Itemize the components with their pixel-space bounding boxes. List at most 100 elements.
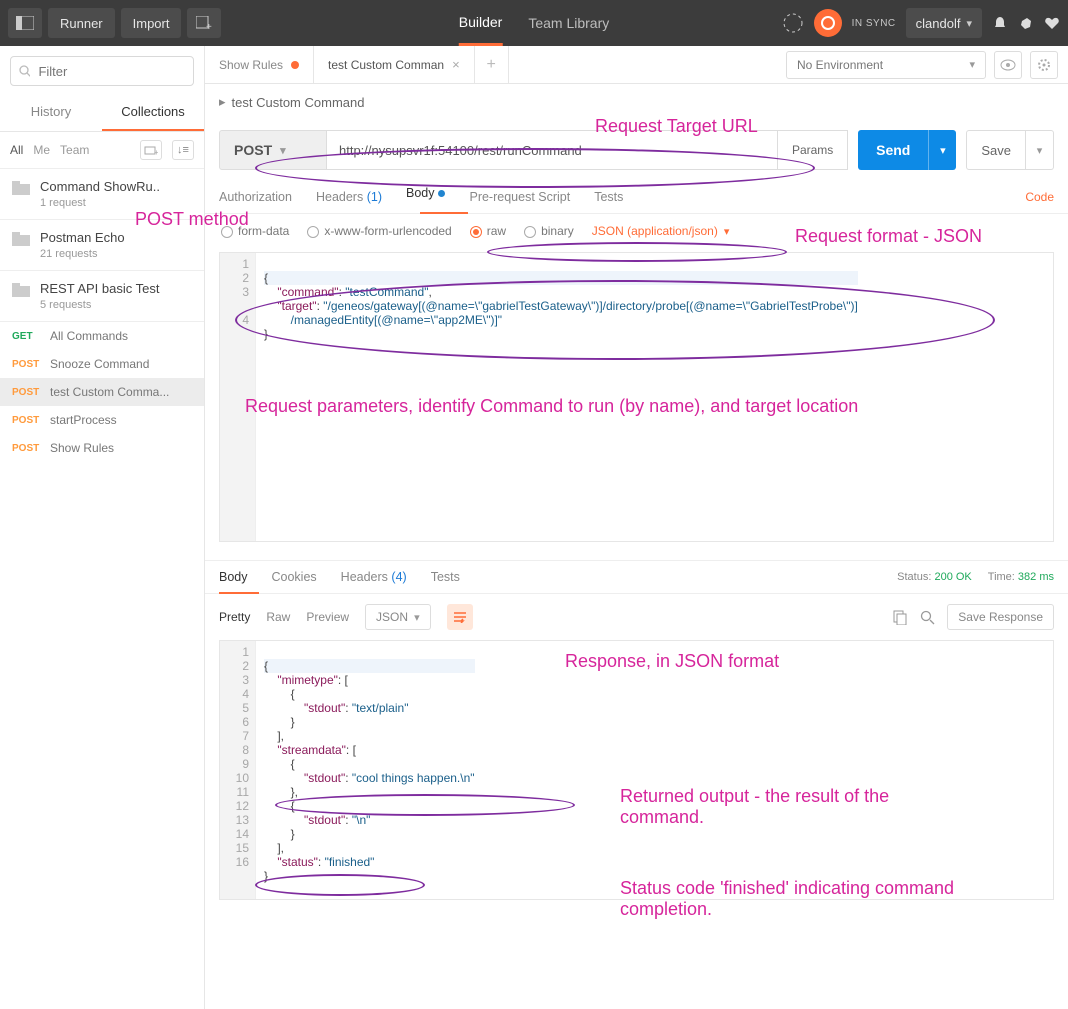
environment-select[interactable]: No Environment▾ xyxy=(786,51,986,79)
request-tabs: Show Rules test Custom Comman× + No Envi… xyxy=(205,46,1068,84)
response-toolbar: Pretty Raw Preview JSON ▾ Save Response xyxy=(205,594,1068,640)
save-response-button[interactable]: Save Response xyxy=(947,604,1054,630)
sync-aux-icon[interactable] xyxy=(782,12,804,34)
env-settings-button[interactable] xyxy=(1030,51,1058,79)
chevron-down-icon: ▾ xyxy=(969,58,975,71)
params-button[interactable]: Params xyxy=(778,130,848,170)
collection-item[interactable]: Command ShowRu..1 request xyxy=(0,169,204,220)
tab-test-custom[interactable]: test Custom Comman× xyxy=(314,46,475,84)
heart-icon[interactable] xyxy=(1044,15,1060,31)
resptab-label: Headers xyxy=(341,570,388,584)
view-pretty[interactable]: Pretty xyxy=(219,610,250,624)
collection-subtitle: 5 requests xyxy=(40,299,159,311)
wrap-lines-button[interactable] xyxy=(447,604,473,630)
save-dropdown[interactable]: ▾ xyxy=(1026,130,1054,170)
bodytype-urlenc[interactable]: x-www-form-urlencoded xyxy=(307,224,451,238)
subtab-headers[interactable]: Headers (1) xyxy=(316,190,382,204)
sidebar-toggle-button[interactable] xyxy=(8,8,42,38)
content-type-label: JSON (application/json) xyxy=(592,224,718,238)
radio-label: form-data xyxy=(238,224,289,238)
method-label: POST xyxy=(234,142,272,158)
resptab-body[interactable]: Body xyxy=(219,570,248,584)
editor-content[interactable]: { "command": "testCommand", "target": "/… xyxy=(256,253,866,541)
tab-collections[interactable]: Collections xyxy=(102,94,204,131)
request-item[interactable]: POSTShow Rules xyxy=(0,434,204,462)
url-input[interactable] xyxy=(327,130,778,170)
body-indicator-icon xyxy=(438,190,445,197)
bodytype-binary[interactable]: binary xyxy=(524,224,574,238)
settings-icon[interactable] xyxy=(1018,15,1034,31)
folder-icon xyxy=(12,232,30,246)
collection-title: REST API basic Test xyxy=(40,281,159,296)
filter-me[interactable]: Me xyxy=(33,143,50,157)
filter-team[interactable]: Team xyxy=(60,143,89,157)
subtab-body[interactable]: Body xyxy=(406,186,446,208)
response-format-select[interactable]: JSON ▾ xyxy=(365,604,431,630)
svg-text:+: + xyxy=(206,22,212,30)
http-method-select[interactable]: POST▾ xyxy=(219,130,327,170)
dirty-indicator-icon xyxy=(291,61,299,69)
collection-title: Command ShowRu.. xyxy=(40,179,160,194)
request-name: All Commands xyxy=(50,329,128,343)
request-item[interactable]: POSTSnooze Command xyxy=(0,350,204,378)
send-dropdown[interactable]: ▾ xyxy=(928,130,956,170)
new-collection-button[interactable]: + xyxy=(140,140,162,160)
send-button[interactable]: Send xyxy=(858,130,928,170)
caret-right-icon[interactable]: ▸ xyxy=(219,94,226,110)
request-item[interactable]: GETAll Commands xyxy=(0,322,204,350)
close-icon[interactable]: × xyxy=(452,57,460,72)
add-tab-button[interactable]: + xyxy=(475,46,509,84)
editor-content[interactable]: { "mimetype": [ { "stdout": "text/plain"… xyxy=(256,641,483,899)
fmt-label: JSON xyxy=(376,610,408,624)
content-type-select[interactable]: JSON (application/json)▾ xyxy=(592,224,730,238)
tab-show-rules[interactable]: Show Rules xyxy=(205,46,314,84)
view-raw[interactable]: Raw xyxy=(266,610,290,624)
user-menu-button[interactable]: clandolf ▾ xyxy=(906,8,982,38)
tab-history[interactable]: History xyxy=(0,94,102,131)
subtab-auth[interactable]: Authorization xyxy=(219,190,292,204)
request-item[interactable]: POSTtest Custom Comma... xyxy=(0,378,204,406)
request-item[interactable]: POSTstartProcess xyxy=(0,406,204,434)
import-button[interactable]: Import xyxy=(121,8,182,38)
response-editor[interactable]: 12345678910111213141516 { "mimetype": [ … xyxy=(219,640,1054,900)
editor-gutter: 1 2 3 4 xyxy=(220,253,256,541)
radio-label: raw xyxy=(487,224,506,238)
filter-search[interactable] xyxy=(10,56,194,86)
method-badge: POST xyxy=(12,387,42,398)
chevron-down-icon: ▾ xyxy=(414,611,420,624)
view-preview[interactable]: Preview xyxy=(306,610,349,624)
subtab-tests[interactable]: Tests xyxy=(594,190,623,204)
filter-input[interactable] xyxy=(38,64,185,79)
save-button[interactable]: Save xyxy=(966,130,1026,170)
filter-all[interactable]: All xyxy=(10,143,23,157)
builder-tab[interactable]: Builder xyxy=(459,0,503,46)
collection-item[interactable]: Postman Echo21 requests xyxy=(0,220,204,271)
collection-item[interactable]: REST API basic Test 5 requests xyxy=(0,271,204,322)
resptab-headers[interactable]: Headers (4) xyxy=(341,570,407,584)
main-area: Show Rules test Custom Comman× + No Envi… xyxy=(205,46,1068,1009)
folder-icon xyxy=(12,181,30,195)
body-editor[interactable]: 1 2 3 4 { "command": "testCommand", "tar… xyxy=(219,252,1054,542)
sort-button[interactable]: ↓≡ xyxy=(172,140,194,160)
chevron-down-icon: ▾ xyxy=(940,144,946,157)
body-type-options: form-data x-www-form-urlencoded raw bina… xyxy=(205,214,1068,248)
env-preview-button[interactable] xyxy=(994,51,1022,79)
bodytype-raw[interactable]: raw xyxy=(470,224,506,238)
notifications-icon[interactable] xyxy=(992,15,1008,31)
sync-status-icon[interactable] xyxy=(814,9,842,37)
resptab-cookies[interactable]: Cookies xyxy=(272,570,317,584)
team-library-tab[interactable]: Team Library xyxy=(528,0,609,46)
bodytype-form[interactable]: form-data xyxy=(221,224,289,238)
copy-response-button[interactable] xyxy=(893,610,908,625)
chevron-down-icon: ▾ xyxy=(1037,144,1043,157)
time-value: 382 ms xyxy=(1018,571,1054,583)
new-tab-button[interactable]: + xyxy=(187,8,221,38)
runner-button[interactable]: Runner xyxy=(48,8,115,38)
request-name: startProcess xyxy=(50,413,117,427)
subtab-prerequest[interactable]: Pre-request Script xyxy=(469,190,570,204)
generate-code-link[interactable]: Code xyxy=(1025,190,1054,204)
request-title: test Custom Command xyxy=(232,95,365,110)
header-count: (1) xyxy=(367,190,382,204)
resptab-tests[interactable]: Tests xyxy=(431,570,460,584)
search-response-button[interactable] xyxy=(920,610,935,625)
